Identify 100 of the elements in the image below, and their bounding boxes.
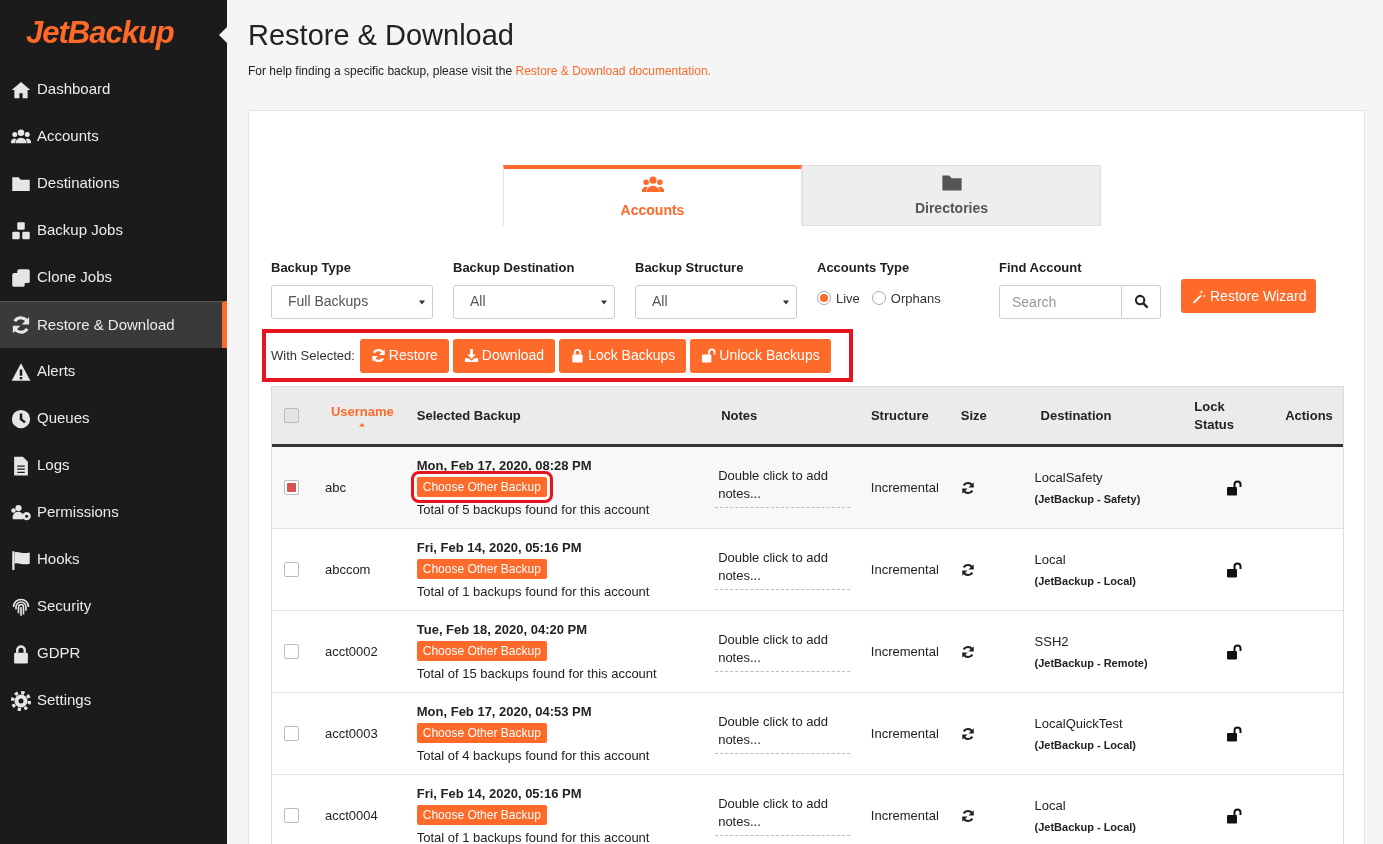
sidebar-item[interactable]: Dashboard [0,66,227,113]
lock-icon [11,643,31,664]
destination-name: LocalSafety [1034,469,1103,487]
backup-date: Mon, Feb 17, 2020, 04:53 PM [416,702,592,721]
notes-field[interactable]: Double click to add notes... [715,467,851,508]
sync-icon [960,644,975,659]
table-row[interactable]: abc Mon, Feb 17, 2020, 08:28 PM Choose Other Backup Total of 5 backups found for this account Double click to add notes... Incremental LocalSafety (JetBackup - Safety) [272,447,1343,529]
folder-icon [940,172,963,194]
sync-icon [960,480,975,495]
sidebar-item[interactable]: Queues [0,395,227,442]
backup-count: Total of 4 backups found for this account [416,747,650,765]
select-all-checkbox[interactable] [284,408,300,423]
structure-text: Incremental [870,807,939,823]
sidebar-item[interactable]: Destinations [0,160,227,207]
backup-count: Total of 1 backups found for this account [416,829,650,844]
notes-field[interactable]: Double click to add notes... [715,631,851,672]
dropdown[interactable]: Full Backups [271,284,433,319]
filter-label: Accounts Type [817,259,911,277]
username: abc [324,479,346,495]
lock-icon [570,348,586,363]
filter-label: Backup Structure [635,259,745,277]
column-header: Actions [1285,406,1333,425]
row-checkbox[interactable] [284,808,300,823]
destination-type: (JetBackup - Local) [1034,573,1137,589]
username: acct0004 [324,807,378,823]
sidebar-item[interactable]: Accounts [0,113,227,160]
row-checkbox[interactable] [284,644,300,659]
column-header: Structure [870,406,929,425]
sidebar-item[interactable]: GDPR [0,630,227,677]
backup-date: Fri, Feb 14, 2020, 05:16 PM [416,784,582,803]
tab[interactable]: Directories [802,165,1101,226]
sidebar-item[interactable]: Clone Jobs [0,254,227,301]
destination-type: (JetBackup - Safety) [1034,491,1141,507]
search-field[interactable]: Search [999,284,1122,319]
backup-date: Mon, Feb 17, 2020, 08:28 PM [416,456,592,475]
radio-option[interactable]: Live [817,288,860,308]
gear-icon [11,690,31,711]
logo: JetBackup [26,13,174,52]
column-header: Size [960,406,987,425]
destination-name: Local [1034,551,1066,569]
home-icon [11,79,31,100]
clock-icon [11,408,31,429]
sort-caret-icon [357,421,366,430]
search-icon [1133,294,1149,309]
column-header: Lock Status [1194,397,1235,434]
backup-date: Tue, Feb 18, 2020, 04:20 PM [416,620,588,639]
search-button[interactable] [1122,284,1161,319]
destination-name: Local [1034,797,1066,815]
dropdown[interactable]: All [453,284,615,319]
row-checkbox[interactable] [284,562,300,577]
backup-date: Fri, Feb 14, 2020, 05:16 PM [416,538,582,557]
destination-name: LocalQuickTest [1034,715,1123,733]
structure-text: Incremental [870,643,939,659]
structure-text: Incremental [870,561,939,577]
page-title: Restore & Download [248,18,515,52]
flag-icon [11,549,31,570]
filter-label: Find Account [999,259,1083,277]
radio-option[interactable]: Orphans [871,288,941,308]
filter-label: Backup Type [271,259,352,277]
destination-name: SSH2 [1034,633,1069,651]
sidebar-item[interactable]: Permissions [0,489,227,536]
sidebar-item[interactable]: Hooks [0,536,227,583]
sidebar-item[interactable]: Settings [0,677,227,724]
sidebar-item[interactable]: Alerts [0,348,227,395]
bulk-actions-label: With Selected: [271,346,355,365]
collapse-arrow-icon[interactable] [219,26,228,44]
magic-wand-icon [1191,288,1206,304]
download-icon [463,348,479,363]
users-gear-icon [11,502,31,523]
structure-text: Incremental [870,725,939,741]
sync-icon [960,726,975,741]
notes-field[interactable]: Double click to add notes... [715,795,851,836]
notes-field[interactable]: Double click to add notes... [715,549,851,590]
column-header: Destination [1040,406,1112,425]
sidebar-item[interactable]: Backup Jobs [0,207,227,254]
backup-count: Total of 1 backups found for this account [416,583,650,601]
dropdown[interactable]: All [635,284,797,319]
filter-label: Backup Destination [453,259,576,277]
sidebar-item[interactable]: Logs [0,442,227,489]
username: acct0002 [324,643,378,659]
username: acct0003 [324,725,378,741]
warning-icon [11,361,31,382]
structure-text: Incremental [870,479,939,495]
row-checkbox[interactable] [284,480,300,495]
destination-type: (JetBackup - Remote) [1034,655,1148,671]
notes-field[interactable]: Double click to add notes... [715,713,851,754]
sync-icon [960,808,975,823]
row-checkbox[interactable] [284,726,300,741]
help-text: For help finding a specific backup, please visit the Restore & Download documentation. [248,63,712,80]
sync-icon [960,562,975,577]
sidebar-item[interactable]: Restore & Download [0,301,227,348]
fingerprint-icon [11,596,31,617]
sync-icon [11,315,31,335]
backup-count: Total of 15 backups found for this account [416,665,657,683]
destination-type: (JetBackup - Local) [1034,737,1137,753]
backup-count: Total of 5 backups found for this account [416,501,650,519]
column-header: Selected Backup [416,406,521,425]
sidebar-item[interactable]: Security [0,583,227,630]
unlock-icon [701,348,717,363]
cubes-icon [11,220,31,241]
